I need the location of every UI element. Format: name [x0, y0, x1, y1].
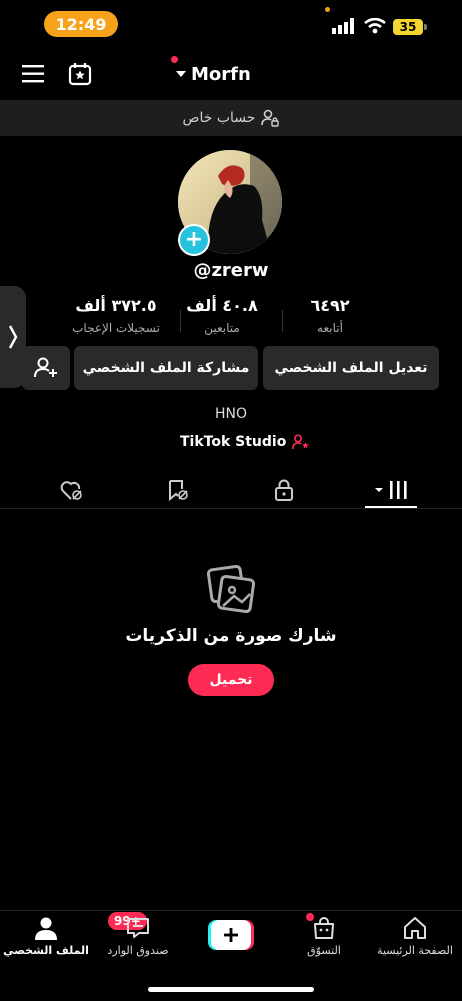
chevron-right-icon — [8, 325, 18, 349]
account-switcher[interactable]: Morfn — [171, 56, 251, 86]
nav-profile[interactable]: الملف الشخصي — [0, 916, 92, 957]
tab-liked[interactable] — [52, 478, 92, 502]
stat-following[interactable]: ٦٤٩٢ أتابعه — [270, 296, 390, 335]
edit-profile-button[interactable]: تعديل الملف الشخصي — [263, 346, 439, 390]
heart-eye-off-icon — [60, 481, 82, 500]
grid-icon — [375, 481, 407, 499]
username-title: Morfn — [191, 63, 251, 85]
battery-tip — [424, 24, 427, 30]
status-time: 12:49 — [44, 11, 118, 37]
nav-shop-label: التسوّق — [307, 944, 341, 957]
photo-stack-icon — [206, 564, 256, 614]
likes-count: ٣٧٢.٥ ألف — [75, 296, 157, 315]
tiktok-studio-label: TikTok Studio — [180, 434, 287, 450]
tab-favorites[interactable] — [158, 478, 198, 502]
add-user-icon — [34, 357, 57, 378]
inbox-message-icon — [127, 918, 149, 938]
home-icon — [404, 917, 426, 939]
profile-bio: HNO — [214, 406, 248, 422]
stat-divider — [180, 310, 181, 332]
profile-handle: @zrerw — [193, 260, 269, 281]
nav-profile-label: الملف الشخصي — [3, 944, 89, 957]
likes-label: تسجيلات الإعجاب — [72, 321, 160, 335]
notification-dot — [171, 56, 178, 63]
private-account-banner[interactable]: حساب خاص — [0, 100, 462, 136]
profile-icon — [35, 917, 57, 940]
menu-icon[interactable] — [22, 65, 44, 83]
nav-inbox[interactable]: صندوق الوارد — [92, 916, 184, 957]
bookmark-eye-off-icon — [169, 480, 188, 501]
create-button[interactable] — [208, 920, 254, 950]
following-label: أتابعه — [317, 321, 343, 335]
empty-state-title: شارك صورة من الذكريات — [125, 626, 337, 646]
nav-home[interactable]: الصفحة الرئيسية — [369, 916, 461, 957]
divider — [0, 508, 462, 509]
tab-videos[interactable] — [371, 478, 411, 502]
calendar-star-icon[interactable] — [68, 62, 92, 86]
nav-inbox-label: صندوق الوارد — [107, 944, 169, 957]
user-lock-icon — [261, 109, 280, 127]
stat-likes[interactable]: ٣٧٢.٥ ألف تسجيلات الإعجاب — [56, 296, 176, 335]
stat-divider — [282, 310, 283, 332]
chevron-down-icon — [176, 71, 186, 77]
home-indicator — [148, 987, 314, 992]
following-count: ٦٤٩٢ — [310, 296, 350, 315]
tab-private[interactable] — [264, 478, 304, 502]
creator-user-icon — [292, 434, 310, 450]
add-friend-button[interactable] — [22, 346, 70, 390]
wifi-icon — [364, 18, 386, 34]
cellular-signal-icon — [332, 18, 354, 34]
share-profile-button[interactable]: مشاركة الملف الشخصي — [74, 346, 258, 390]
tiktok-studio-link[interactable]: TikTok Studio — [180, 434, 310, 450]
private-account-label: حساب خاص — [182, 110, 256, 126]
battery-indicator: 35 — [393, 19, 423, 35]
upload-button[interactable]: تحميل — [188, 664, 274, 696]
add-story-button[interactable]: + — [178, 224, 210, 256]
lock-icon — [275, 479, 293, 501]
nav-home-label: الصفحة الرئيسية — [377, 944, 453, 957]
privacy-indicator-dot — [325, 7, 330, 12]
shopping-bag-icon — [314, 917, 334, 939]
nav-shop[interactable]: التسوّق — [278, 916, 370, 957]
